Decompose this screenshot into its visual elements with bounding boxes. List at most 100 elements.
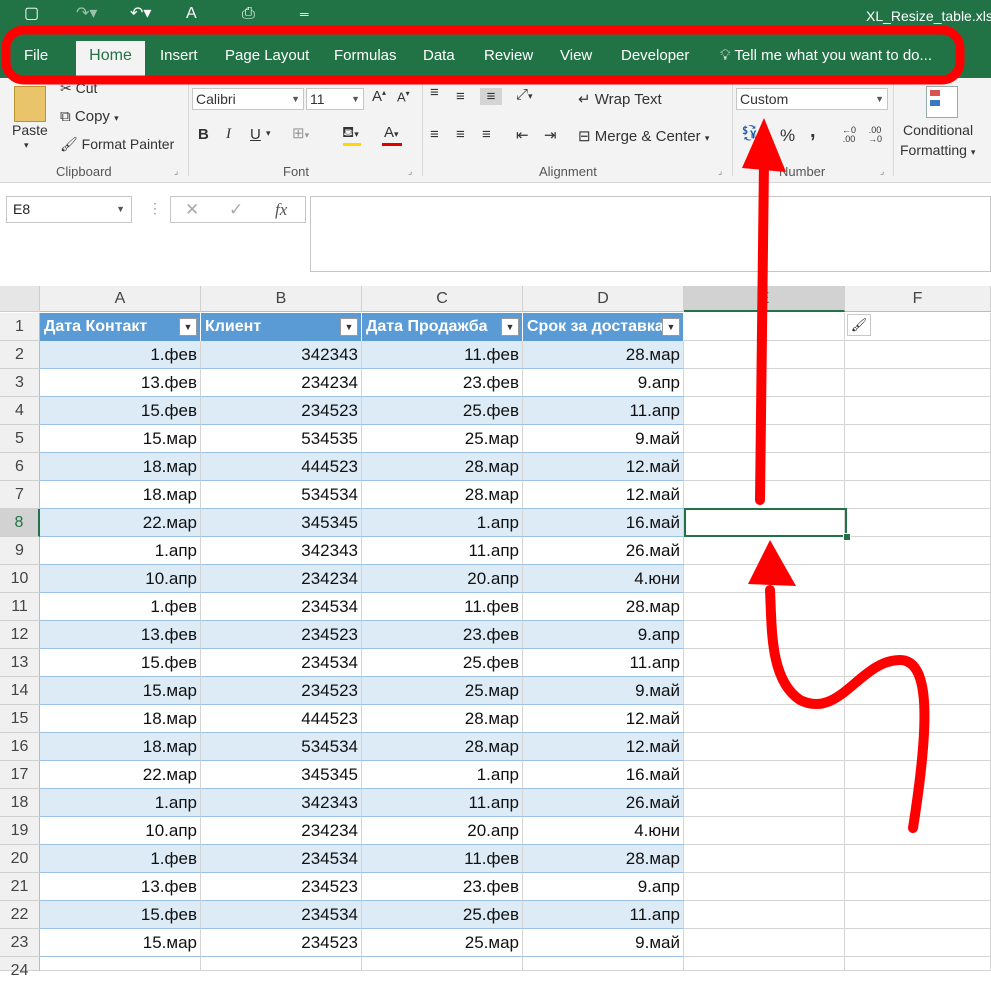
empty-cell[interactable] bbox=[40, 957, 201, 971]
paste-button[interactable]: Paste bbox=[12, 122, 48, 138]
row-header-18[interactable]: 18 bbox=[0, 789, 40, 817]
empty-cell[interactable] bbox=[684, 761, 845, 789]
clipboard-launcher-icon[interactable]: ⌟ bbox=[174, 166, 178, 177]
column-header-e[interactable]: E bbox=[684, 286, 845, 312]
tab-review[interactable]: Review bbox=[484, 47, 533, 73]
increase-font-icon[interactable]: A▴ bbox=[372, 88, 386, 105]
table-cell[interactable]: 12.май bbox=[523, 481, 684, 509]
row-header-17[interactable]: 17 bbox=[0, 761, 40, 789]
table-cell[interactable]: 15.фев bbox=[40, 901, 201, 929]
column-header-f[interactable]: F bbox=[845, 286, 991, 312]
row-header-3[interactable]: 3 bbox=[0, 369, 40, 397]
empty-cell[interactable] bbox=[684, 481, 845, 509]
table-cell[interactable]: 25.фев bbox=[362, 901, 523, 929]
table-cell[interactable]: 15.фев bbox=[40, 397, 201, 425]
table-cell[interactable]: 28.мар bbox=[362, 481, 523, 509]
table-cell[interactable]: 534535 bbox=[201, 425, 362, 453]
table-cell[interactable]: 15.фев bbox=[40, 649, 201, 677]
table-cell[interactable]: 23.фев bbox=[362, 621, 523, 649]
table-cell[interactable]: 25.фев bbox=[362, 649, 523, 677]
column-header-a[interactable]: A bbox=[40, 286, 201, 312]
decrease-indent-icon[interactable]: ⇤ bbox=[516, 126, 529, 144]
table-cell[interactable]: 9.май bbox=[523, 677, 684, 705]
table-cell[interactable]: 13.фев bbox=[40, 369, 201, 397]
empty-cell[interactable] bbox=[684, 705, 845, 733]
row-header-16[interactable]: 16 bbox=[0, 733, 40, 761]
name-box[interactable]: E8 ▼ bbox=[6, 196, 132, 223]
empty-cell[interactable] bbox=[523, 957, 684, 971]
tab-page-layout[interactable]: Page Layout bbox=[225, 47, 309, 73]
empty-cell[interactable] bbox=[684, 929, 845, 957]
borders-icon[interactable]: ⊞▾ bbox=[292, 124, 309, 142]
table-cell[interactable]: 234534 bbox=[201, 649, 362, 677]
accounting-format-icon[interactable]: 💱︎ bbox=[740, 124, 759, 142]
table-cell[interactable]: 9.май bbox=[523, 929, 684, 957]
row-header-11[interactable]: 11 bbox=[0, 593, 40, 621]
empty-cell[interactable] bbox=[684, 537, 845, 565]
table-cell[interactable]: 22.мар bbox=[40, 761, 201, 789]
paste-dropdown-icon[interactable]: ▾ bbox=[24, 140, 29, 151]
undo-icon[interactable]: ↶▾ bbox=[130, 4, 151, 24]
row-header-6[interactable]: 6 bbox=[0, 453, 40, 481]
row-header-22[interactable]: 22 bbox=[0, 901, 40, 929]
table-cell[interactable]: 234523 bbox=[201, 873, 362, 901]
decrease-font-icon[interactable]: A▾ bbox=[397, 89, 410, 104]
row-header-15[interactable]: 15 bbox=[0, 705, 40, 733]
column-header-d[interactable]: D bbox=[523, 286, 684, 312]
table-cell[interactable]: 28.мар bbox=[523, 341, 684, 369]
tab-developer[interactable]: Developer bbox=[621, 47, 689, 73]
empty-cell[interactable] bbox=[684, 873, 845, 901]
table-header-cell[interactable]: Клиент ▼ bbox=[201, 313, 362, 341]
cut-button[interactable]: ✂ Cut bbox=[60, 80, 97, 97]
tab-view[interactable]: View bbox=[560, 47, 592, 73]
tab-file[interactable]: File bbox=[24, 47, 48, 73]
table-cell[interactable]: 1.апр bbox=[362, 509, 523, 537]
empty-cell[interactable] bbox=[684, 621, 845, 649]
empty-cell[interactable] bbox=[845, 341, 991, 369]
empty-cell[interactable] bbox=[684, 397, 845, 425]
table-cell[interactable]: 342343 bbox=[201, 537, 362, 565]
empty-cell[interactable] bbox=[845, 733, 991, 761]
redo-icon[interactable]: ↷▾ bbox=[76, 4, 97, 24]
align-bottom-icon[interactable]: ≡ bbox=[480, 88, 502, 105]
table-cell[interactable]: 11.фев bbox=[362, 341, 523, 369]
empty-cell[interactable] bbox=[684, 593, 845, 621]
underline-dropdown-icon[interactable]: ▾ bbox=[266, 128, 271, 139]
table-cell[interactable]: 11.фев bbox=[362, 845, 523, 873]
row-header-14[interactable]: 14 bbox=[0, 677, 40, 705]
table-cell[interactable]: 18.мар bbox=[40, 453, 201, 481]
table-cell[interactable]: 12.май bbox=[523, 733, 684, 761]
table-cell[interactable]: 15.мар bbox=[40, 677, 201, 705]
table-cell[interactable]: 16.май bbox=[523, 509, 684, 537]
empty-cell[interactable] bbox=[845, 789, 991, 817]
table-cell[interactable]: 10.апр bbox=[40, 565, 201, 593]
table-cell[interactable]: 234234 bbox=[201, 817, 362, 845]
table-cell[interactable]: 23.фев bbox=[362, 369, 523, 397]
table-cell[interactable]: 534534 bbox=[201, 481, 362, 509]
empty-cell[interactable] bbox=[684, 565, 845, 593]
align-middle-icon[interactable]: ≡ bbox=[456, 88, 465, 105]
filter-dropdown-icon[interactable]: ▼ bbox=[662, 318, 680, 336]
table-cell[interactable]: 25.мар bbox=[362, 929, 523, 957]
number-launcher-icon[interactable]: ⌟ bbox=[880, 166, 884, 177]
cancel-icon[interactable]: ✕ bbox=[185, 200, 199, 220]
paste-options-icon[interactable]: 🖌︎ bbox=[847, 314, 871, 336]
underline-button[interactable]: U bbox=[250, 126, 261, 143]
empty-cell[interactable] bbox=[845, 509, 991, 537]
empty-cell[interactable] bbox=[845, 761, 991, 789]
table-cell[interactable]: 20.апр bbox=[362, 817, 523, 845]
tell-me-search[interactable]: 💡︎ Tell me what you want to do... bbox=[720, 47, 932, 64]
table-cell[interactable]: 4.юни bbox=[523, 817, 684, 845]
tab-formulas[interactable]: Formulas bbox=[334, 47, 397, 73]
empty-cell[interactable] bbox=[845, 677, 991, 705]
table-header-cell[interactable]: Дата Контакт ▼ bbox=[40, 313, 201, 341]
align-top-icon[interactable]: ≡ bbox=[430, 84, 439, 101]
wrap-text-button[interactable]: ↵ Wrap Text bbox=[578, 90, 662, 108]
row-header-8[interactable]: 8 bbox=[0, 509, 40, 537]
active-cell-e8[interactable] bbox=[684, 508, 847, 537]
table-cell[interactable]: 12.май bbox=[523, 705, 684, 733]
filter-dropdown-icon[interactable]: ▼ bbox=[501, 318, 519, 336]
select-all-corner[interactable] bbox=[0, 286, 40, 312]
tab-data[interactable]: Data bbox=[423, 47, 455, 73]
row-header-1[interactable]: 1 bbox=[0, 313, 40, 341]
